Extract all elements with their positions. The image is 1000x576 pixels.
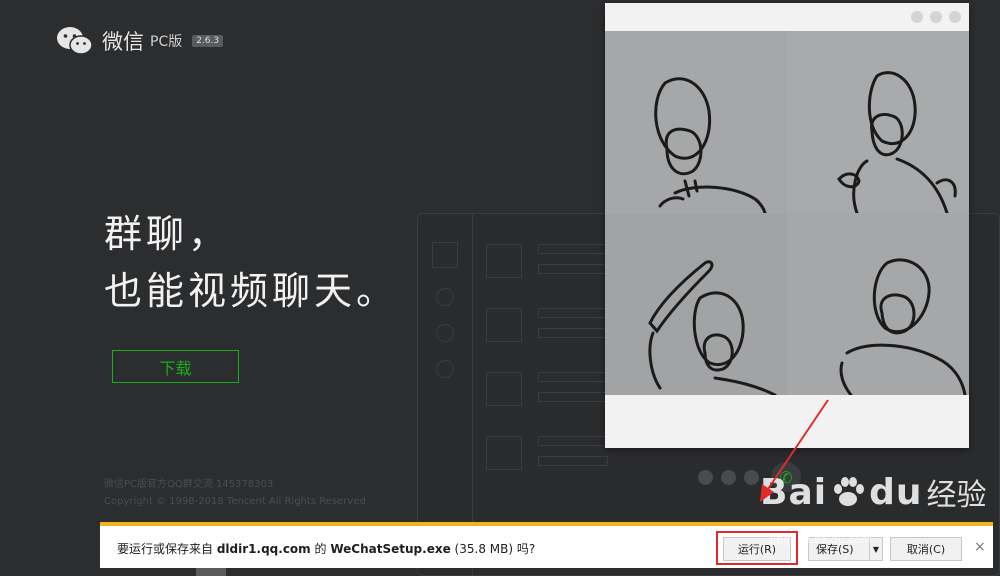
copyright-text: Copyright © 1998-2018 Tencent All Rights… <box>104 496 366 507</box>
prompt-mid: 的 <box>314 542 327 556</box>
speaker-icon[interactable] <box>744 469 759 485</box>
close-icon[interactable]: × <box>974 539 986 555</box>
mockup-chat-line <box>538 328 608 338</box>
window-controls <box>911 11 961 23</box>
sketch-figure-icon <box>654 77 767 213</box>
mockup-nav-icon <box>436 288 454 306</box>
video-tile <box>605 31 787 213</box>
hero-line-1: 群聊， <box>104 212 231 256</box>
download-filename: WeChatSetup.exe <box>330 542 451 556</box>
wechat-icon <box>57 27 93 55</box>
close-icon[interactable] <box>949 11 961 23</box>
mockup-chat-line <box>538 372 608 382</box>
minimize-icon[interactable] <box>911 11 923 23</box>
camera-icon[interactable] <box>721 469 736 485</box>
sketch-figure-icon <box>839 258 967 395</box>
run-button-highlight <box>716 531 798 565</box>
wechat-download-page: 微信 PC版 2.6.3 群聊， 也能视频聊天。 下载 微信PC版官方QQ群交流… <box>0 0 1000 576</box>
mute-icon[interactable] <box>698 469 713 485</box>
prompt-suffix: 吗? <box>516 542 536 556</box>
prompt-prefix: 要运行或保存来自 <box>117 542 214 556</box>
mockup-chat-avatar <box>486 372 522 406</box>
mockup-chat-line <box>538 456 608 466</box>
hero-line-2: 也能视频聊天。 <box>104 269 399 313</box>
version-badge: 2.6.3 <box>192 35 224 47</box>
taskbar-fragment <box>196 568 226 576</box>
watermark-brand: Bai <box>760 471 828 513</box>
mockup-nav-icon <box>436 324 454 342</box>
mockup-chat-line <box>538 436 608 446</box>
mockup-chat-avatar <box>486 308 522 342</box>
paw-icon <box>834 477 865 506</box>
download-domain: dldir1.qq.com <box>216 542 311 556</box>
hero-headline: 群聊， 也能视频聊天。 <box>104 206 398 320</box>
download-prompt: 要运行或保存来自 dldir1.qq.com 的 WeChatSetup.exe… <box>117 540 535 557</box>
sketch-figure-icon <box>648 260 777 395</box>
mockup-avatar <box>432 242 458 268</box>
wechat-logo[interactable]: 微信 PC版 2.6.3 <box>56 26 224 56</box>
download-size: (35.8 MB) <box>454 542 514 556</box>
download-button[interactable]: 下载 <box>112 350 239 383</box>
sketch-figure-icon <box>837 71 957 213</box>
video-tile <box>787 31 969 213</box>
mockup-chat-line <box>538 308 608 318</box>
video-grid <box>605 31 969 395</box>
mockup-chat-line <box>538 244 608 254</box>
video-tile <box>787 213 969 395</box>
baidu-watermark: Bai du 经验 <box>760 470 986 514</box>
video-call-window <box>605 3 969 448</box>
mockup-chat-line <box>538 264 608 274</box>
video-tile <box>605 213 787 395</box>
watermark-cn: 经验 <box>926 478 987 513</box>
footer: 微信PC版官方QQ群交流 145378303 Copyright © 1998-… <box>104 476 366 510</box>
mockup-chat-avatar <box>486 244 522 278</box>
mockup-chat-line <box>538 392 608 402</box>
maximize-icon[interactable] <box>930 11 942 23</box>
mockup-nav-icon <box>436 360 454 378</box>
app-name: 微信 <box>102 30 144 54</box>
edition-label: PC版 <box>150 34 183 50</box>
cancel-button[interactable]: 取消(C) <box>890 537 962 561</box>
mockup-chat-avatar <box>486 436 522 470</box>
qq-group-text: 微信PC版官方QQ群交流 145378303 <box>104 479 274 490</box>
watermark-brand-2: du <box>869 471 923 513</box>
